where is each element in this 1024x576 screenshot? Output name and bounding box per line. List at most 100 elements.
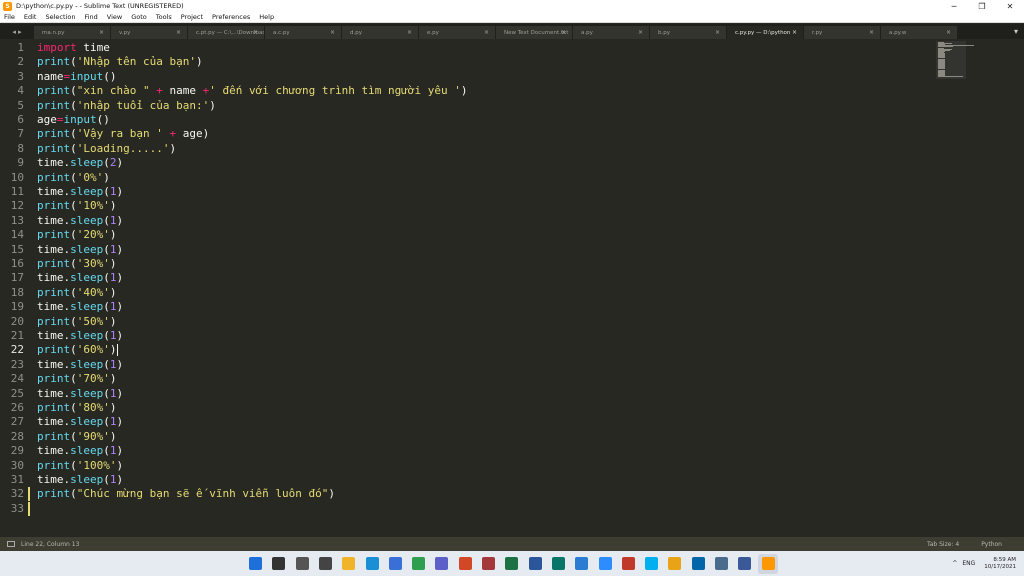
code-line[interactable]: import time [37,41,110,55]
tab-close-icon[interactable]: × [484,29,489,36]
code-line[interactable]: print('70%') [37,372,117,386]
publisher-icon[interactable] [551,557,565,570]
tab-close-icon[interactable]: × [330,29,335,36]
code-line[interactable]: time.sleep(1) [37,387,123,401]
photos-icon[interactable] [575,557,589,570]
tray-clock[interactable]: 8:59 AM 10/17/2021 [984,557,1016,571]
code-line[interactable]: name=input() [37,70,117,84]
title-bar[interactable]: S D:\python\c.py.py - - Sublime Text (UN… [0,0,1024,12]
tab-active[interactable]: c.py.py — D:\python × [727,26,804,39]
code-line[interactable]: age=input() [37,113,110,127]
code-line[interactable]: print('40%') [37,286,117,300]
tab-close-icon[interactable]: × [715,29,720,36]
tab-close-icon[interactable]: × [946,29,951,36]
edge-icon[interactable] [365,557,379,570]
code-line[interactable]: time.sleep(1) [37,329,123,343]
code-line[interactable]: time.sleep(2) [37,156,123,170]
code-line[interactable]: print('nhập tuổi của bạn:') [37,99,216,113]
tab[interactable]: b.py × [650,26,727,39]
tab-close-icon[interactable]: × [253,29,258,36]
excel-icon[interactable] [505,557,519,570]
code-line[interactable]: time.sleep(1) [37,185,123,199]
close-button[interactable]: ✕ [996,0,1024,12]
minimize-button[interactable]: ─ [940,0,968,12]
tab-close-icon[interactable]: × [638,29,643,36]
code-line[interactable]: time.sleep(1) [37,473,123,487]
tab-close-icon[interactable]: × [99,29,104,36]
code-line[interactable]: time.sleep(1) [37,358,123,372]
menu-find[interactable]: Find [84,13,97,21]
code-line[interactable]: print('Vậy ra bạn ' + age) [37,127,209,141]
menu-tools[interactable]: Tools [156,13,172,21]
chrome-icon[interactable] [668,557,682,570]
chrome-green-icon[interactable] [412,557,426,570]
code-line[interactable]: print('Nhập tên của bạn') [37,55,203,69]
tab[interactable]: a.c.py × [265,26,342,39]
code-line[interactable]: print("Chúc mừng bạn sẽ ế vĩnh viễn luôn… [37,487,335,501]
task-view-icon[interactable] [295,557,309,570]
tab-close-icon[interactable]: × [792,29,797,36]
menu-selection[interactable]: Selection [45,13,75,21]
code-line[interactable]: print('80%') [37,401,117,415]
file-explorer-icon[interactable] [342,557,356,570]
menu-preferences[interactable]: Preferences [212,13,250,21]
store-icon[interactable] [388,557,402,570]
teams-icon[interactable] [435,557,449,570]
code-line[interactable]: print('30%') [37,257,117,271]
tab[interactable]: r.py × [804,26,881,39]
zoom-icon[interactable] [598,557,612,570]
skype-icon[interactable] [645,557,659,570]
code-line[interactable]: print('60%') [37,343,118,357]
search-icon[interactable] [272,557,286,570]
tab[interactable]: New Text Document.txt × [496,26,573,39]
language-indicator[interactable]: ENG [962,560,975,567]
minimap[interactable] [936,41,978,79]
tab[interactable]: e.py × [419,26,496,39]
tab-close-icon[interactable]: × [869,29,874,36]
code-line[interactable]: print('50%') [37,315,117,329]
menu-file[interactable]: File [4,13,15,21]
code-line[interactable]: print('10%') [37,199,117,213]
record-icon[interactable] [621,557,635,570]
powerpoint-icon[interactable] [458,557,472,570]
tab[interactable]: a.py × [573,26,650,39]
tab[interactable]: v.py × [111,26,188,39]
start-icon[interactable] [249,557,262,570]
code-editor[interactable]: 1 2 3 4 5 6 7 8 9 10 11 12 13 14 15 16 17 18 19 20 21 22 23 24 2… [0,40,1024,537]
syntax-selector[interactable]: Python [981,541,1002,548]
tab[interactable]: d.py × [342,26,419,39]
code-line[interactable]: time.sleep(1) [37,243,123,257]
menu-goto[interactable]: Goto [131,13,147,21]
image-viewer-icon[interactable] [715,557,728,570]
code-line[interactable]: time.sleep(1) [37,271,123,285]
word-icon[interactable] [528,557,542,570]
menu-view[interactable]: View [107,13,122,21]
code-line[interactable]: print('20%') [37,228,117,242]
tab[interactable]: a.py.w × [881,26,958,39]
tab[interactable]: c.pt.py — C:\...\Downloads × [188,26,265,39]
tab-nav-arrows[interactable]: ◂ ▸ [0,24,34,39]
tab-close-icon[interactable]: × [561,29,566,36]
menu-project[interactable]: Project [181,13,203,21]
menu-help[interactable]: Help [259,13,274,21]
code-line[interactable]: print("xin chào " + name +' đến với chươ… [37,84,468,98]
code-line[interactable]: print('0%') [37,171,110,185]
menu-edit[interactable]: Edit [24,13,37,21]
maximize-button[interactable]: ❐ [968,0,996,12]
tab-dropdown-icon[interactable]: ▾ [1014,27,1018,36]
calculator-icon[interactable] [318,557,332,570]
panel-toggle-icon[interactable] [7,541,15,547]
movies-icon[interactable] [738,557,752,570]
code-line[interactable]: time.sleep(1) [37,415,123,429]
tab-close-icon[interactable]: × [407,29,412,36]
sublime-icon[interactable] [761,557,775,570]
code-line[interactable]: time.sleep(1) [37,444,123,458]
code-line[interactable]: time.sleep(1) [37,214,123,228]
tab-size-selector[interactable]: Tab Size: 4 [927,541,959,548]
tray-chevron-icon[interactable]: ^ [952,560,957,567]
code-line[interactable]: print('90%') [37,430,117,444]
code-line[interactable]: print('100%') [37,459,123,473]
vscode-icon[interactable] [691,557,705,570]
tab[interactable]: ma.n.py × [34,26,111,39]
code-line[interactable]: print('Loading.....') [37,142,176,156]
